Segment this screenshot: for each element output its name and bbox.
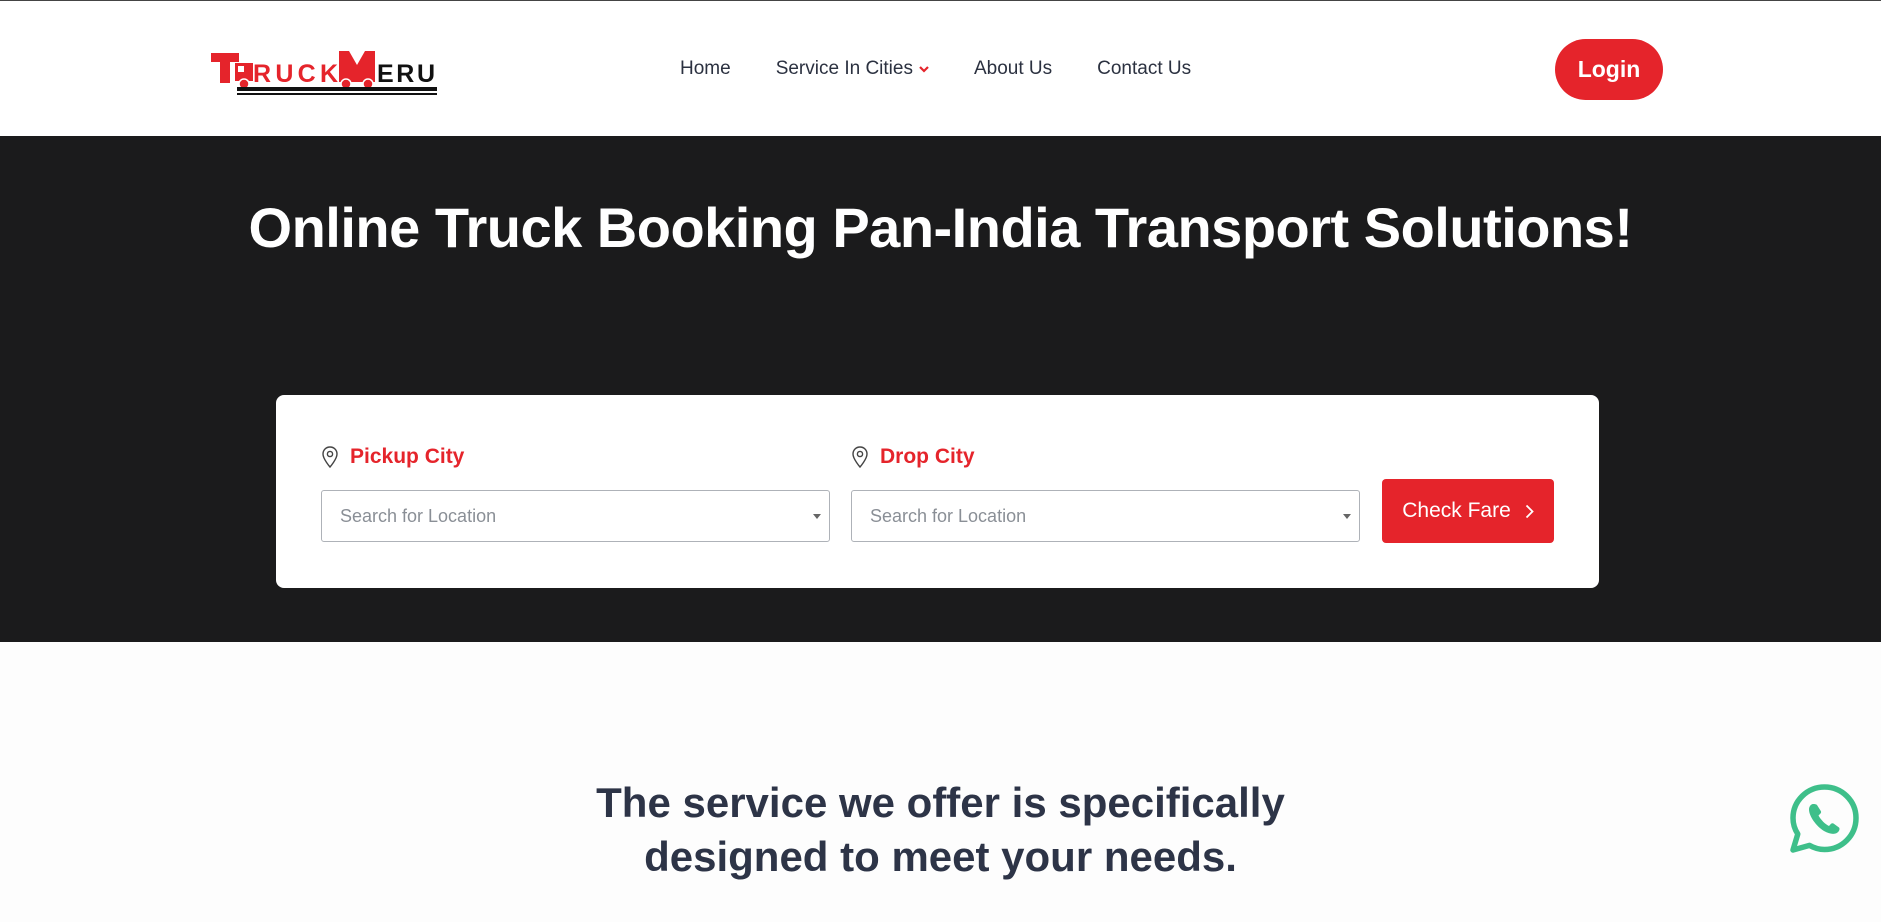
nav-service-in-cities-label: Service In Cities <box>775 58 913 79</box>
pickup-city-label: Pickup City <box>322 445 464 469</box>
login-button[interactable]: Login <box>1555 39 1663 100</box>
main-nav: Home Service In Cities About Us Contact … <box>680 56 1236 82</box>
location-pin-icon <box>852 446 868 468</box>
nav-contact-us[interactable]: Contact Us <box>1097 58 1191 80</box>
pickup-city-select[interactable]: Search for Location <box>321 490 830 542</box>
hero-title: Online Truck Booking Pan-India Transport… <box>248 196 1633 259</box>
truckmeru-logo[interactable]: RUCK ERU <box>211 49 437 97</box>
check-fare-label: Check Fare <box>1402 499 1511 522</box>
services-heading-line1: The service we offer is specifically <box>596 779 1285 826</box>
svg-text:RUCK: RUCK <box>253 60 338 88</box>
chevron-down-icon <box>919 66 929 73</box>
whatsapp-icon[interactable] <box>1788 782 1861 855</box>
pickup-city-placeholder: Search for Location <box>340 505 497 526</box>
nav-home[interactable]: Home <box>680 58 731 80</box>
drop-city-label-text: Drop City <box>880 445 975 468</box>
pickup-city-label-text: Pickup City <box>350 445 465 468</box>
services-heading-line2: designed to meet your needs. <box>644 833 1237 880</box>
svg-text:ERU: ERU <box>377 60 435 88</box>
nav-about-us[interactable]: About Us <box>974 58 1052 80</box>
dropdown-caret-icon <box>1343 514 1351 519</box>
check-fare-button[interactable]: Check Fare <box>1382 479 1554 543</box>
drop-city-select[interactable]: Search for Location <box>851 490 1360 542</box>
nav-service-in-cities[interactable]: Service In Cities <box>776 58 929 80</box>
hero-section: Online Truck Booking Pan-India Transport… <box>0 136 1881 642</box>
drop-city-label: Drop City <box>852 445 975 469</box>
location-pin-icon <box>322 446 338 468</box>
drop-city-placeholder: Search for Location <box>870 505 1027 526</box>
fare-search-card: Pickup City Search for Location Drop Cit… <box>276 395 1599 588</box>
site-header: RUCK ERU Home Service In Cities About Us… <box>0 1 1881 136</box>
dropdown-caret-icon <box>813 514 821 519</box>
chevron-right-icon <box>1525 504 1534 518</box>
services-heading: The service we offer is specifically des… <box>0 776 1881 884</box>
